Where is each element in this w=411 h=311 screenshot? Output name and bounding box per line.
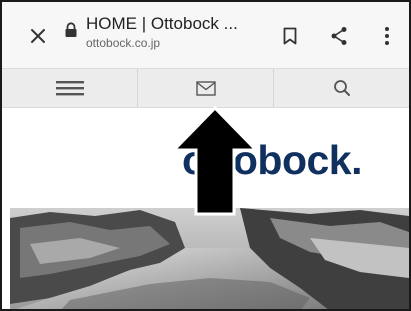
close-icon <box>31 29 45 43</box>
search-button[interactable] <box>274 69 409 107</box>
bookmark-button[interactable] <box>276 22 304 50</box>
contact-mail-button[interactable] <box>138 69 274 107</box>
menu-button[interactable] <box>2 69 138 107</box>
site-nav-bar <box>2 68 409 108</box>
share-icon <box>331 27 347 45</box>
search-icon <box>333 80 350 96</box>
browser-toolbar: HOME | Ottobock ... ottobock.co.jp <box>2 2 409 68</box>
mail-icon <box>195 80 216 96</box>
browser-window: HOME | Ottobock ... ottobock.co.jp ottob… <box>0 0 411 311</box>
page-title: HOME | Ottobock ... <box>86 14 238 33</box>
lock-icon <box>65 22 77 37</box>
menu-icon <box>55 81 84 96</box>
address-bar[interactable]: HOME | Ottobock ... ottobock.co.jp <box>86 14 266 51</box>
more-vert-icon <box>385 27 389 45</box>
share-button[interactable] <box>325 22 353 50</box>
hero-image <box>10 208 409 309</box>
more-options-button[interactable] <box>373 22 401 50</box>
bookmark-icon <box>283 27 297 45</box>
page-url: ottobock.co.jp <box>86 36 161 50</box>
pointer-arrow-icon <box>172 106 258 216</box>
close-tab-button[interactable] <box>24 22 52 50</box>
